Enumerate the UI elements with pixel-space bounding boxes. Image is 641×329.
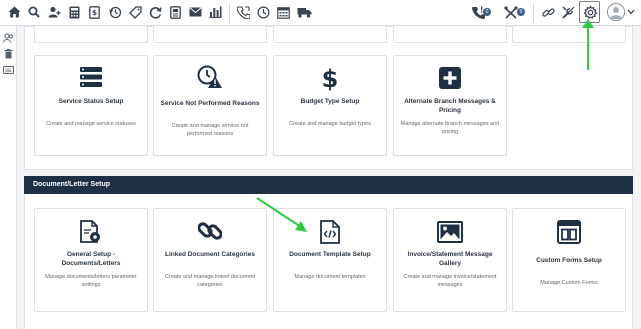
invoice-statement-gallery-card[interactable]: Invoice/Statement Message Gallery Create… (393, 208, 507, 312)
form-layout-icon (513, 220, 625, 244)
setup-card-partial[interactable] (393, 26, 507, 43)
invoice-icon[interactable]: $ (86, 4, 102, 20)
card-description: Create and manage service not performed … (171, 123, 249, 137)
card-description: Manage documents/letters parameter setti… (45, 274, 137, 288)
toolbar-divider (533, 3, 534, 22)
card-title: Invoice/Statement Message Gallery (407, 251, 493, 267)
section-header: Document/Letter Setup (24, 176, 633, 194)
card-description: Manage Custom Forms (540, 280, 598, 286)
top-toolbar: $ 0 0 (0, 0, 641, 26)
chevron-down-icon[interactable] (626, 4, 636, 20)
card-description: Create and manage invoice/statement mess… (403, 274, 497, 288)
user-add-icon[interactable] (46, 4, 62, 20)
linked-document-categories-card[interactable]: Linked Document Categories Create and ma… (153, 208, 267, 312)
card-description: Create and manage budget types (289, 121, 371, 127)
refresh-icon[interactable] (147, 4, 163, 20)
card-title: Custom Forms Setup (536, 257, 602, 264)
service-status-setup-card[interactable]: Service Status Setup Create and manage s… (34, 55, 148, 156)
svg-text:$: $ (322, 65, 338, 91)
calendar-icon[interactable] (275, 4, 291, 20)
phone-call-icon[interactable] (235, 4, 251, 20)
keyboard-icon[interactable] (3, 64, 14, 75)
budget-type-setup-card[interactable]: $ Budget Type Setup Create and manage bu… (273, 55, 387, 156)
card-title: Alternate Branch Messages & Pricing (404, 98, 496, 114)
users-icon[interactable] (3, 32, 14, 43)
card-description: Manage alternate branch messages and pri… (400, 121, 500, 135)
svg-text:$: $ (92, 9, 97, 17)
document-icon[interactable] (167, 4, 183, 20)
card-title: Document Template Setup (289, 251, 371, 258)
mail-icon[interactable] (187, 4, 203, 20)
trash-icon[interactable] (3, 48, 14, 59)
card-title: Linked Document Categories (165, 251, 255, 258)
chain-link-icon (154, 219, 266, 243)
setup-card-partial[interactable] (153, 26, 267, 43)
card-title: General Setup - Documents/Letters (61, 251, 121, 267)
image-gallery-icon (394, 221, 506, 243)
card-description: Create and manage linked document catego… (164, 274, 256, 288)
calculator-icon[interactable] (66, 4, 82, 20)
avatar-icon[interactable] (607, 3, 625, 21)
card-title: Service Status Setup (58, 98, 124, 105)
setup-card-partial[interactable] (273, 26, 387, 43)
toolbar-divider (229, 3, 230, 22)
setup-card-partial[interactable] (34, 26, 148, 43)
tag-icon[interactable] (127, 4, 143, 20)
dollar-icon: $ (274, 65, 386, 91)
general-setup-documents-card[interactable]: General Setup - Documents/Letters Manage… (34, 208, 148, 312)
service-status-icon (35, 67, 147, 87)
plus-box-icon (394, 67, 506, 89)
card-description: Manage document templates (294, 274, 366, 280)
home-icon[interactable] (6, 4, 22, 20)
card-title: Budget Type Setup (300, 98, 360, 105)
clock-back-icon[interactable] (107, 4, 123, 20)
phone-count-badge: 0 (483, 8, 491, 16)
card-title: Service Not Performed Reasons (160, 100, 260, 107)
alternate-branch-card[interactable]: Alternate Branch Messages & Pricing Mana… (393, 55, 507, 156)
clock-icon[interactable] (255, 4, 271, 20)
truck-icon[interactable] (296, 4, 312, 20)
wrench-icon[interactable] (560, 4, 576, 20)
annotation-arrow-settings (582, 19, 594, 70)
document-settings-icon (35, 220, 147, 244)
setup-card-partial[interactable] (512, 26, 626, 43)
service-not-performed-icon (154, 65, 266, 89)
tools-count-badge: 0 (517, 8, 525, 16)
custom-forms-setup-card[interactable]: Custom Forms Setup Manage Custom Forms (512, 208, 626, 312)
left-sidebar (0, 26, 17, 329)
link-icon[interactable] (540, 4, 556, 20)
annotation-arrow-template (256, 197, 307, 232)
bar-chart-icon[interactable] (207, 4, 223, 20)
card-description: Create and manage service statuses (46, 121, 136, 127)
search-icon[interactable] (26, 4, 42, 20)
service-not-performed-card[interactable]: Service Not Performed Reasons Create and… (153, 55, 267, 156)
